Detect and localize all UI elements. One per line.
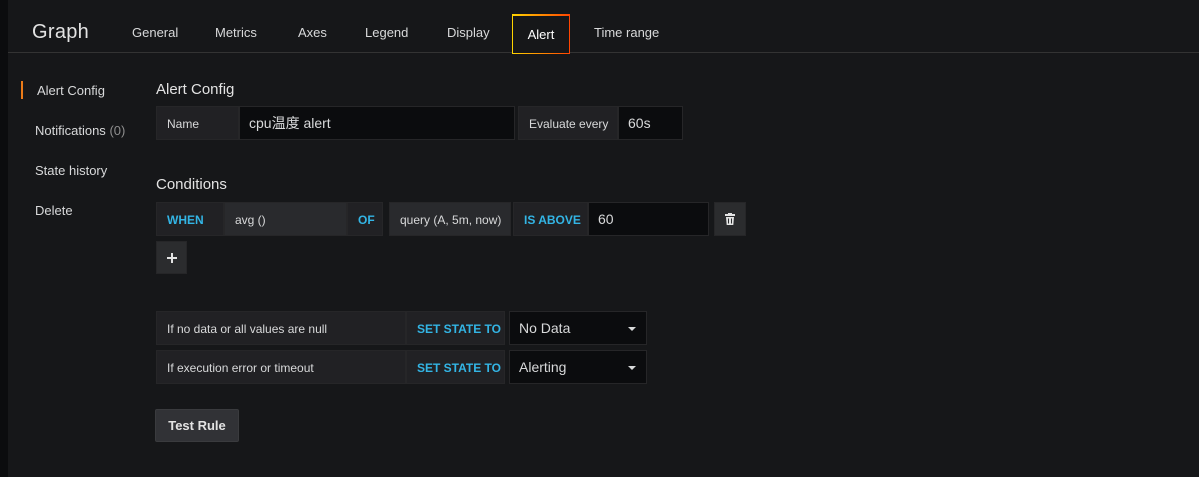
tab-general[interactable]: General [128,14,182,54]
tab-alert[interactable]: Alert [512,14,570,54]
sidebar-item-notifications[interactable]: Notifications (0) [35,123,125,138]
add-condition-button[interactable] [156,241,187,274]
panel-title: Graph [32,21,90,43]
no-data-set-state-keyword: SET STATE TO [406,311,505,345]
exec-error-label: If execution error or timeout [156,350,406,384]
sidebar-item-delete[interactable]: Delete [35,203,73,218]
query-part[interactable]: query (A, 5m, now) [389,202,511,236]
name-label: Name [156,106,239,140]
tab-axes[interactable]: Axes [294,14,331,54]
remove-condition-button[interactable] [714,202,746,236]
left-edge-strip [0,0,8,477]
test-rule-button[interactable]: Test Rule [155,409,239,442]
panel-editor: Graph General Metrics Axes Legend Displa… [8,0,1199,477]
sidebar-item-label: Alert Config [37,83,105,98]
threshold-input[interactable]: 60 [588,202,709,236]
evaluate-every-label: Evaluate every [518,106,618,140]
panel-editor-header: Graph General Metrics Axes Legend Displa… [8,0,1199,54]
reducer-select[interactable]: avg () [224,202,347,236]
tab-time-range[interactable]: Time range [590,14,663,54]
no-data-state-value: No Data [519,320,571,336]
sidebar-item-label: Delete [35,203,73,218]
tab-display[interactable]: Display [443,14,494,54]
alert-config-title: Alert Config [156,81,235,98]
sidebar-item-state-history[interactable]: State history [35,163,107,178]
exec-error-set-state-keyword: SET STATE TO [406,350,505,384]
sidebar-item-label: State history [35,163,108,178]
exec-error-state-value: Alerting [519,359,567,375]
when-keyword: WHEN [156,202,224,236]
tab-legend[interactable]: Legend [361,14,412,54]
sidebar-active-indicator [21,81,23,99]
evaluator-type-select[interactable]: IS ABOVE [513,202,588,236]
trash-icon [725,213,735,225]
exec-error-state-select[interactable]: Alerting [509,350,647,384]
tab-metrics[interactable]: Metrics [211,14,261,54]
no-data-state-select[interactable]: No Data [509,311,647,345]
plus-icon [166,252,177,263]
of-keyword: OF [347,202,383,236]
sidebar-item-label: Notifications [35,123,106,138]
no-data-label: If no data or all values are null [156,311,406,345]
chevron-down-icon [628,366,636,370]
sidebar-item-alert-config[interactable]: Alert Config [37,83,105,98]
chevron-down-icon [628,327,636,331]
notifications-count: (0) [109,123,126,138]
alert-name-input[interactable]: cpu温度 alert [239,106,515,140]
conditions-title: Conditions [156,176,227,193]
evaluate-every-input[interactable]: 60s [618,106,683,140]
